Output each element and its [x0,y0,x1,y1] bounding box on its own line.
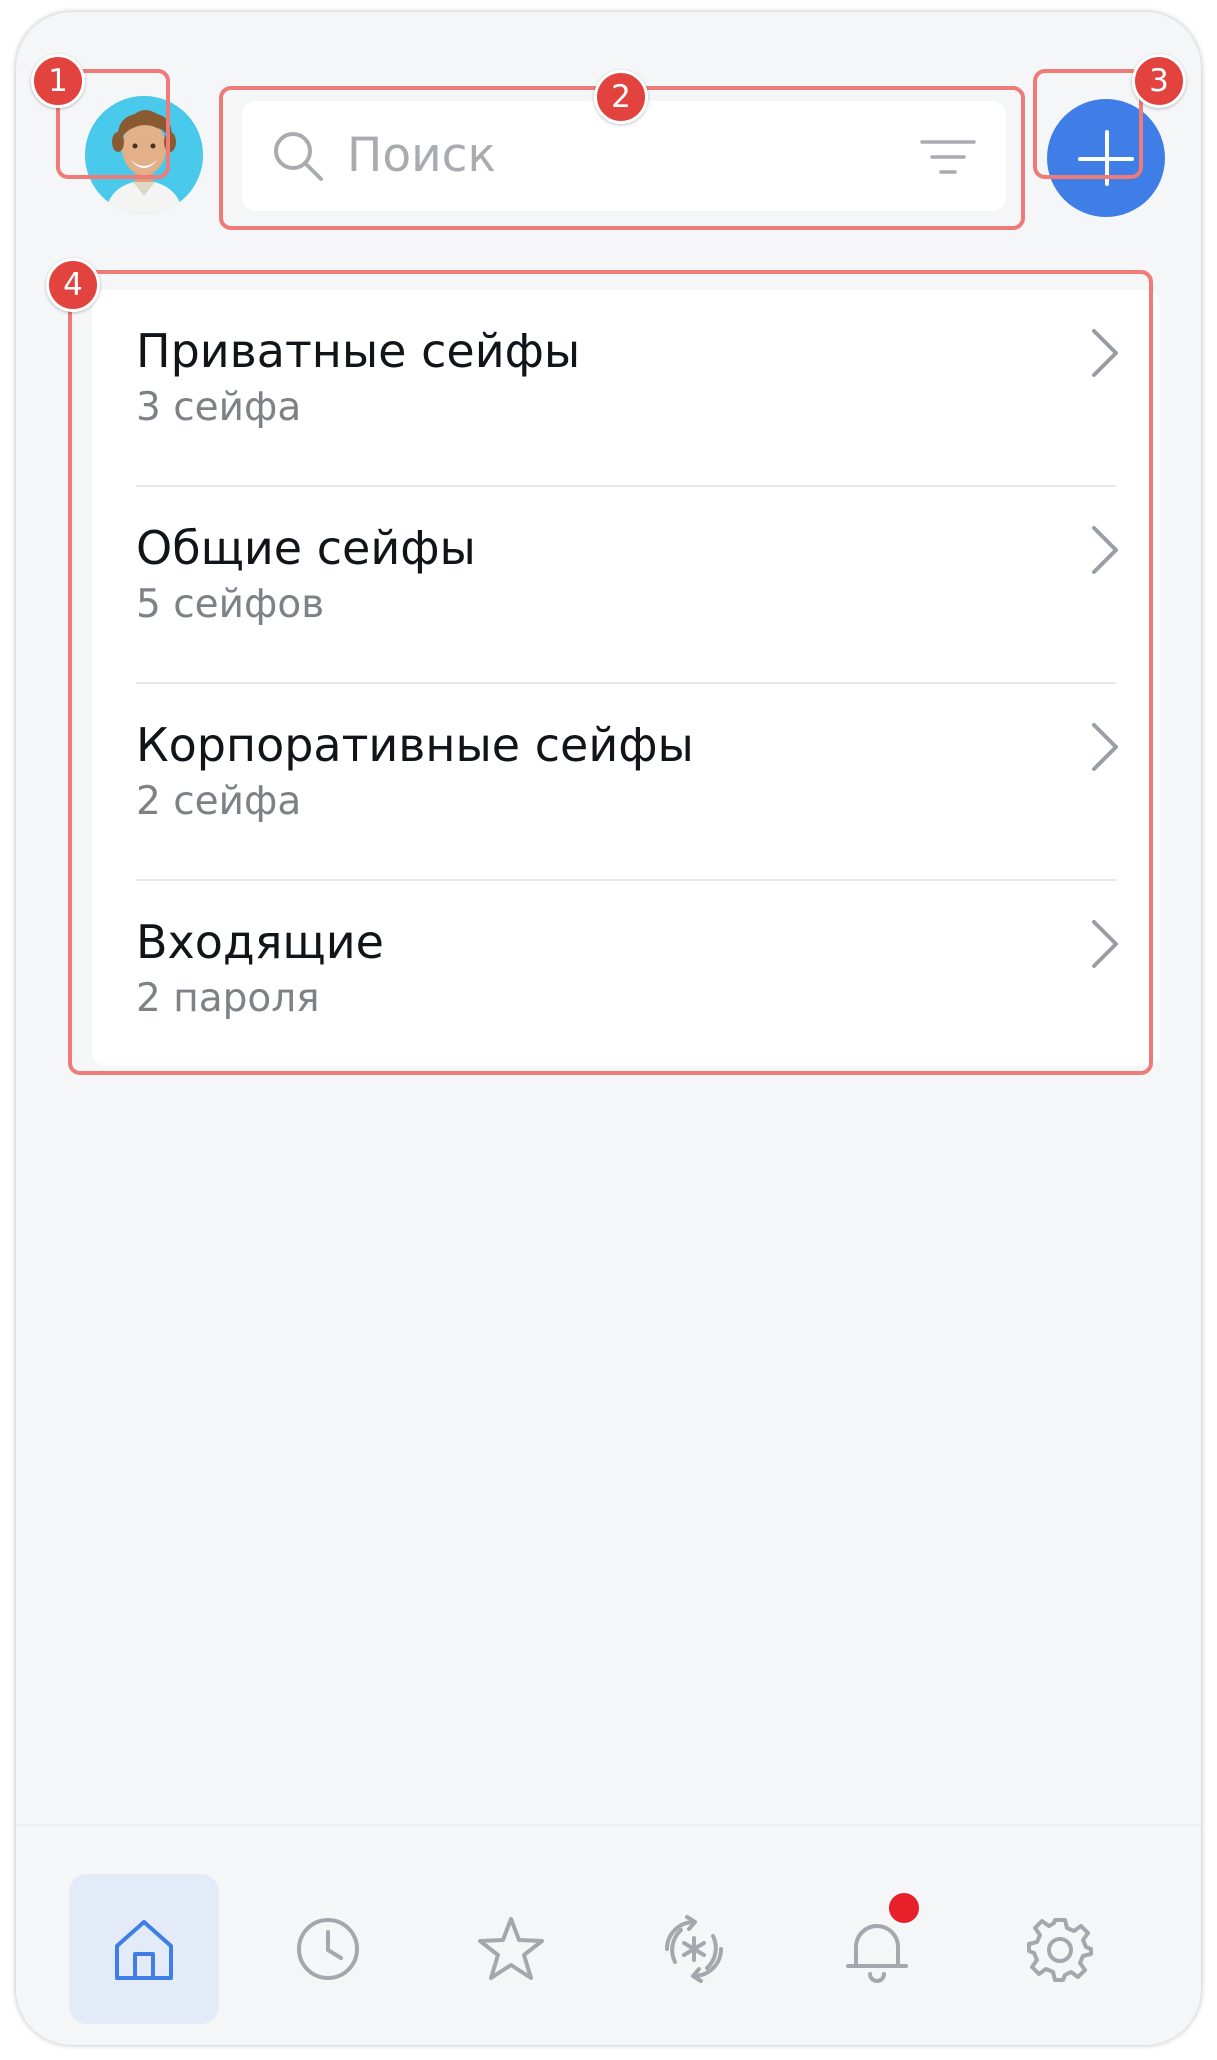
bell-icon [846,1924,908,1983]
app-screen: Поиск Приватные сейфы 3 сейфа Общие сейф… [16,12,1201,2045]
tab-settings[interactable] [985,1874,1135,2024]
highlight-frame-list [68,270,1153,1075]
gear-icon [1027,1918,1093,1982]
tab-home[interactable] [69,1874,219,2024]
callout-badge-3: 3 [1132,54,1186,108]
notification-dot [889,1893,919,1923]
tab-password-generator[interactable] [619,1874,769,2024]
callout-badge-2: 2 [594,70,648,124]
callout-badge-4: 4 [46,258,100,312]
highlight-frame-add [1033,69,1143,179]
callout-badge-1: 1 [31,54,85,108]
password-generator-icon [665,1915,723,1983]
home-icon [115,1920,173,1980]
tab-favorites[interactable] [436,1874,586,2024]
tab-recent[interactable] [253,1874,403,2024]
tab-notifications[interactable] [802,1874,952,2024]
clock-icon [297,1918,359,1980]
star-icon [478,1917,544,1980]
bottom-tab-bar [16,1824,1201,2045]
